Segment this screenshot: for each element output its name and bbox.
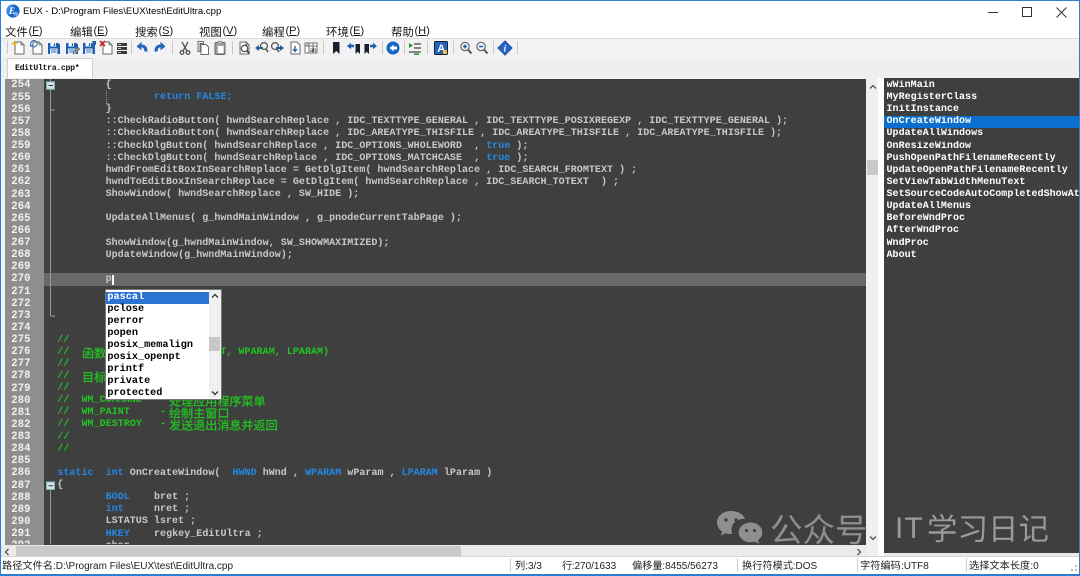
svg-text:ab: ab — [310, 48, 317, 54]
svg-text:u: u — [14, 10, 18, 18]
